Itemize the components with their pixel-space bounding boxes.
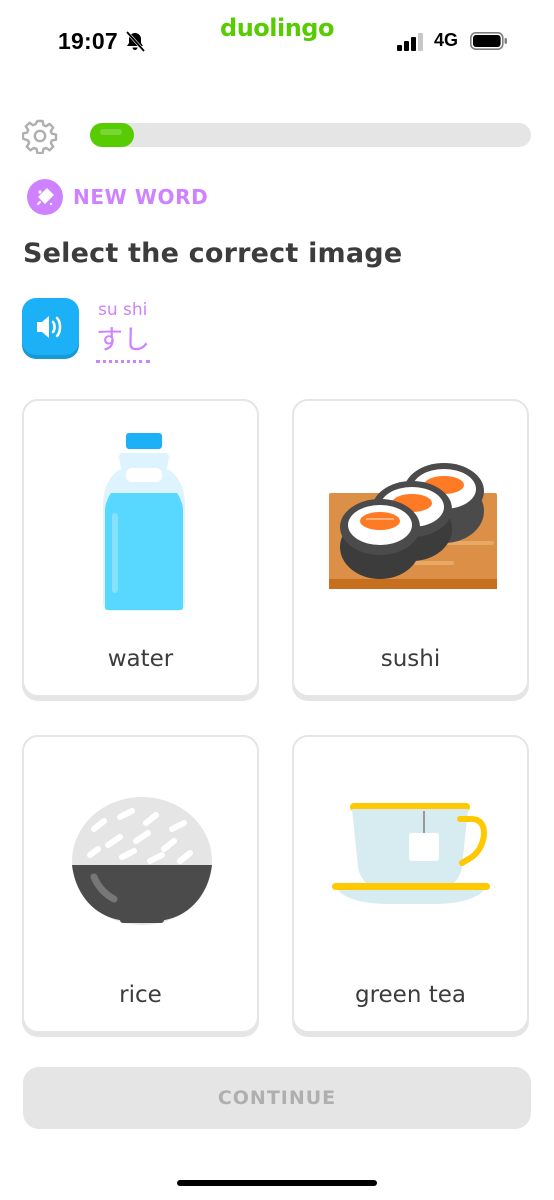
choice-label: rice [119, 982, 162, 1008]
battery-icon [470, 32, 507, 50]
choice-label: green tea [354, 982, 466, 1008]
new-word-badge: NEW WORD [73, 185, 209, 209]
settings-gear-icon[interactable] [22, 118, 58, 154]
choice-label: sushi [380, 646, 441, 672]
word-kana[interactable]: すし [96, 318, 150, 363]
progress-fill [90, 123, 135, 147]
choice-card-rice[interactable]: rice [22, 735, 259, 1033]
speaker-icon [37, 316, 62, 338]
water-bottle-icon [103, 433, 185, 611]
play-audio-button[interactable] [22, 298, 79, 355]
signal-icon [397, 33, 423, 51]
rice-bowl-icon [72, 797, 212, 925]
choice-card-green-tea[interactable]: green tea [292, 735, 529, 1033]
choice-card-water[interactable]: water [22, 399, 259, 697]
network-label: 4G [434, 30, 459, 50]
lesson-progress-bar [90, 123, 531, 147]
new-word-icon [27, 179, 63, 215]
sushi-icon [329, 463, 497, 589]
prompt-heading: Select the correct image [23, 238, 403, 269]
word-romaji: su shi [98, 300, 148, 320]
tea-cup-icon [332, 803, 490, 904]
home-indicator[interactable] [177, 1180, 377, 1186]
choice-card-sushi[interactable]: sushi [292, 399, 529, 697]
choice-label: water [107, 646, 174, 672]
continue-button[interactable]: CONTINUE [23, 1067, 531, 1129]
